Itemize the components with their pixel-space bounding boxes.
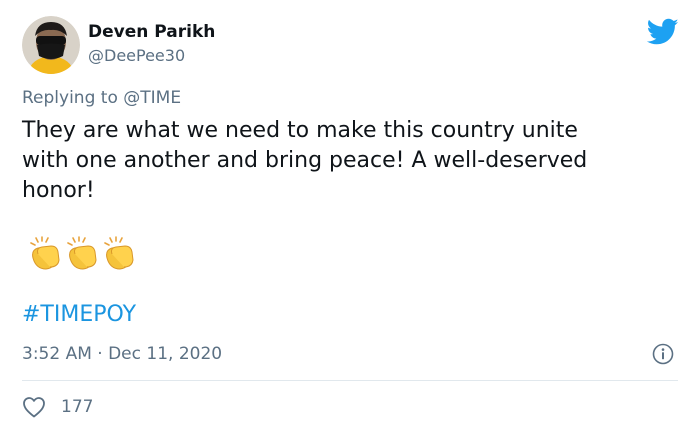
divider <box>22 380 678 381</box>
tweet-text-line: They are what we need to make this count… <box>22 118 578 143</box>
clapping-hands-icon <box>27 236 63 272</box>
like-button[interactable]: 177 <box>22 395 93 419</box>
heart-icon[interactable] <box>22 396 46 418</box>
user-handle[interactable]: @DeePee30 <box>88 46 185 65</box>
tweet-text-line: with one another and bring peace! A well… <box>22 148 588 173</box>
reply-mention-link[interactable]: @TIME <box>123 88 181 108</box>
tweet-text-line: honor! <box>22 178 95 203</box>
like-count: 177 <box>61 397 94 417</box>
twitter-bird-icon[interactable] <box>646 18 679 46</box>
replying-to-label: Replying to <box>22 88 118 108</box>
tweet-timestamp[interactable]: 3:52 AM · Dec 11, 2020 <box>22 344 222 364</box>
avatar[interactable] <box>22 16 80 74</box>
display-name[interactable]: Deven Parikh <box>88 22 215 42</box>
replying-to-line: Replying to @TIME <box>22 88 181 108</box>
clapping-hands-emoji-row <box>27 236 137 272</box>
clapping-hands-icon <box>101 236 137 272</box>
info-icon[interactable] <box>652 343 674 365</box>
hashtag-link[interactable]: #TIMEPOY <box>22 302 136 327</box>
tweet-card: Deven Parikh @DeePee30 Replying to @TIME… <box>0 0 700 434</box>
clapping-hands-icon <box>64 236 100 272</box>
tweet-text: They are what we need to make this count… <box>22 116 672 206</box>
